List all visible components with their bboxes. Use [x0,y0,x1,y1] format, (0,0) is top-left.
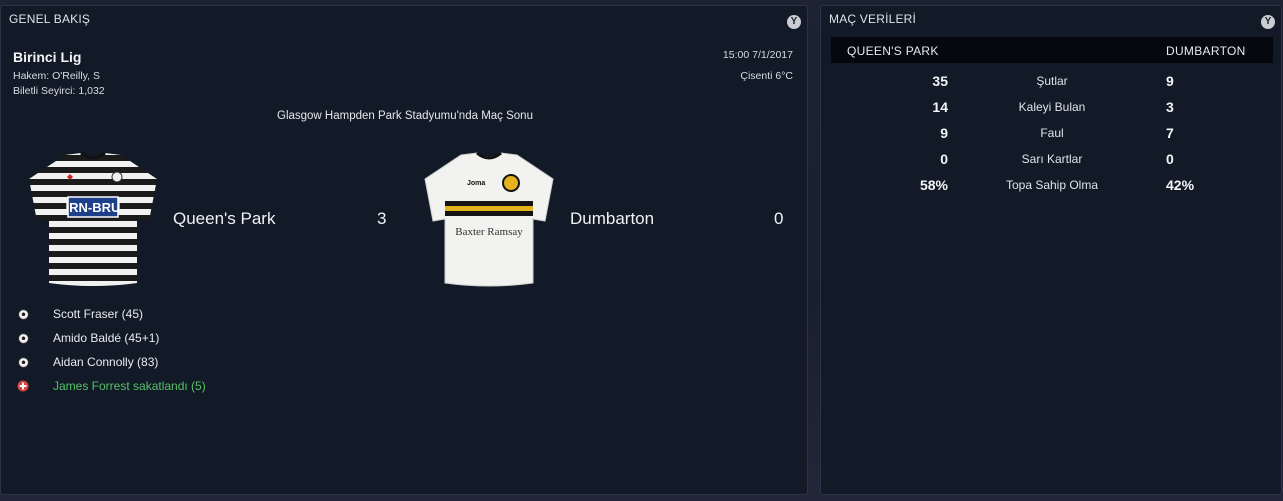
weather-text: Çisenti 6°C [740,70,793,82]
home-team-name[interactable]: Queen's Park [173,209,275,229]
event-injury-1[interactable]: James Forrest sakatlandı (5) [15,374,206,398]
event-goal-3[interactable]: Aidan Connolly (83) [15,350,206,374]
home-kit-image: IRN-BRU [29,151,157,286]
stat-row-yellow-cards: 0 Sarı Kartlar 0 [831,145,1273,171]
stats-header: QUEEN'S PARK DUMBARTON [831,37,1273,63]
stat-away-value: 0 [1166,151,1174,167]
stat-label: Faul [1040,126,1064,140]
stat-label: Şutlar [1036,74,1068,88]
event-text: Scott Fraser (45) [53,307,144,321]
stat-away-value: 9 [1166,73,1174,89]
football-icon [15,306,31,322]
overview-collapse-button[interactable]: Y [787,15,801,29]
event-text: Amido Baldé (45+1) [53,331,160,345]
stat-row-possession: 58% Topa Sahip Olma 42% [831,171,1273,197]
match-data-title: MAÇ VERİLERİ [829,12,917,26]
stat-away-value: 7 [1166,125,1174,141]
stat-away-value: 42% [1166,177,1195,193]
stat-row-fouls: 9 Faul 7 [831,119,1273,145]
match-events-list: Scott Fraser (45) Amido Baldé (45+1) Aid… [15,302,206,398]
stats-away-team-header[interactable]: DUMBARTON [1166,44,1246,58]
home-kit-sponsor: IRN-BRU [66,200,121,215]
stat-label: Kaleyi Bulan [1018,100,1086,114]
event-text: Aidan Connolly (83) [53,355,159,369]
stat-away-value: 3 [1166,99,1174,115]
venue-text: Glasgow Hampden Park Stadyumu'nda Maç So… [277,110,533,122]
football-icon [15,354,31,370]
event-goal-2[interactable]: Amido Baldé (45+1) [15,326,206,350]
away-kit-brand: Joma [467,180,485,187]
away-kit-sponsor: Baxter Ramsay [455,226,523,238]
event-goal-1[interactable]: Scott Fraser (45) [15,302,206,326]
stat-row-shots: 35 Şutlar 9 [831,67,1273,93]
football-icon [15,330,31,346]
stat-label: Topa Sahip Olma [1005,178,1099,192]
away-score: 0 [774,209,784,228]
match-datetime: 15:00 7/1/2017 [722,49,793,61]
referee-text: Hakem: O'Reilly, S [13,70,100,82]
overview-panel: GENEL BAKIŞ Y Birinci Lig Hakem: O'Reill… [0,5,808,495]
away-kit-image: Joma Baxter Ramsay [424,151,554,287]
stat-row-on-target: 14 Kaleyi Bulan 3 [831,93,1273,119]
home-score: 3 [377,209,387,228]
stats-home-team-header[interactable]: QUEEN'S PARK [847,44,939,58]
match-data-collapse-button[interactable]: Y [1261,15,1275,29]
competition-name[interactable]: Birinci Lig [13,49,81,65]
injury-icon [15,378,31,394]
away-team-name[interactable]: Dumbarton [570,209,654,229]
match-data-panel: MAÇ VERİLERİ Y QUEEN'S PARK DUMBARTON 35… [820,5,1282,495]
event-text: James Forrest sakatlandı (5) [53,379,206,393]
stat-label: Sarı Kartlar [1021,152,1083,166]
overview-title: GENEL BAKIŞ [9,12,91,26]
attendance-text: Biletli Seyirci: 1,032 [13,85,105,97]
